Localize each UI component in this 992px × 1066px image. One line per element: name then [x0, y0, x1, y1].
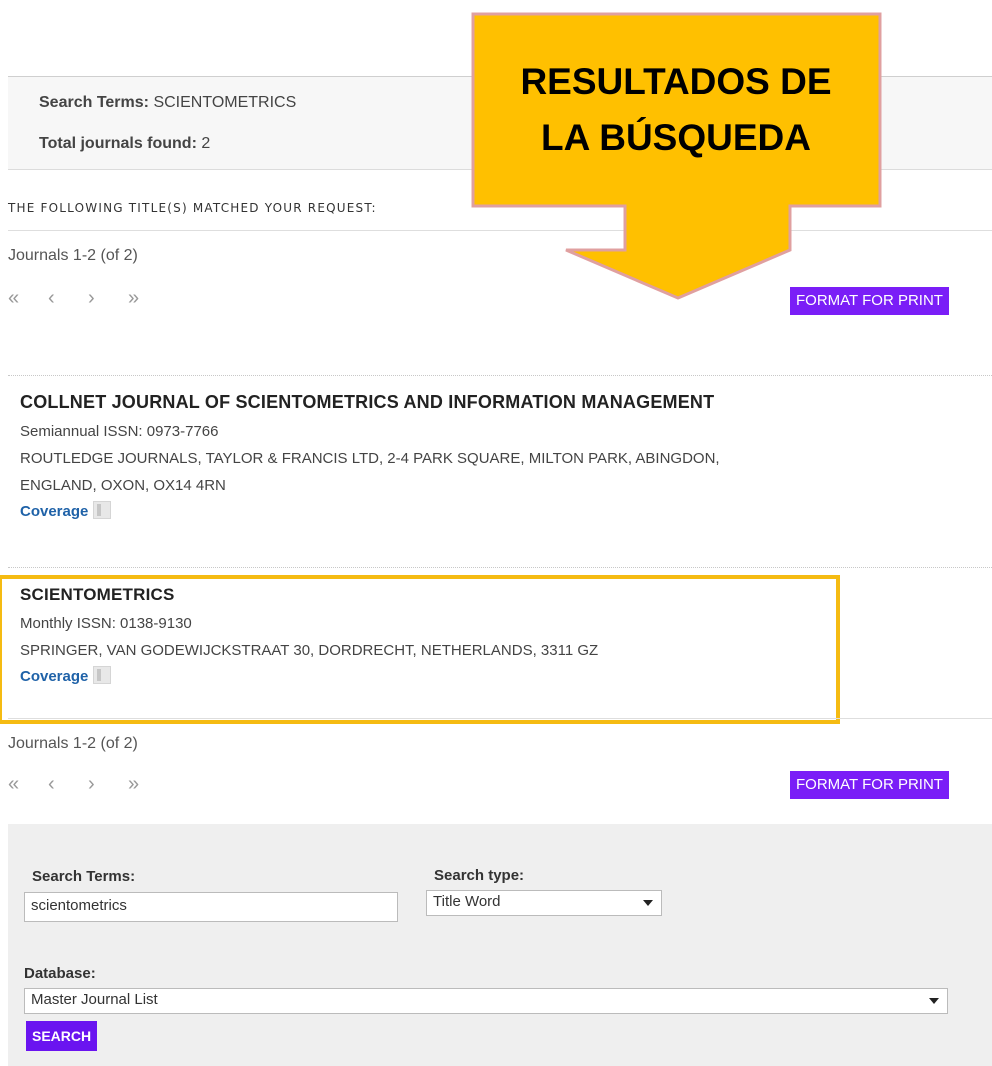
- journal-publisher: ROUTLEDGE JOURNALS, TAYLOR & FRANCIS LTD…: [20, 450, 720, 467]
- search-terms-label: Search Terms:: [32, 868, 136, 885]
- search-terms-input[interactable]: scientometrics: [24, 892, 398, 922]
- first-page-icon[interactable]: «: [8, 773, 48, 796]
- last-page-icon[interactable]: »: [128, 773, 168, 796]
- dropdown-arrow-icon: [643, 900, 653, 906]
- format-for-print-button[interactable]: FORMAT FOR PRINT: [790, 771, 949, 799]
- journal-result: COLLNET JOURNAL OF SCIENTOMETRICS AND IN…: [20, 392, 980, 521]
- coverage-row: Coverage: [20, 501, 980, 521]
- database-label: Database:: [24, 965, 96, 982]
- search-form: Search Terms: scientometrics Search type…: [8, 824, 992, 1066]
- search-type-value: Title Word: [433, 893, 501, 910]
- callout-annotation: RESULTADOS DE LA BÚSQUEDA: [471, 12, 882, 300]
- coverage-toggle-icon[interactable]: [93, 501, 112, 519]
- search-button[interactable]: SEARCH: [26, 1021, 98, 1051]
- divider: [8, 567, 992, 568]
- divider: [8, 375, 992, 376]
- pagination-info-bottom: Journals 1-2 (of 2): [8, 735, 138, 752]
- journal-frequency-issn: Semiannual ISSN: 0973-7766: [20, 423, 219, 440]
- callout-text-line2: LA BÚSQUEDA: [541, 116, 811, 158]
- journal-publisher-cont: ENGLAND, OXON, OX14 4RN: [20, 477, 226, 494]
- result-highlight-box: [0, 575, 840, 724]
- divider: [8, 718, 992, 719]
- search-type-select[interactable]: Title Word: [426, 890, 662, 916]
- search-type-label: Search type:: [434, 867, 525, 884]
- prev-page-icon[interactable]: ‹: [48, 773, 88, 796]
- next-page-icon[interactable]: ›: [88, 773, 128, 796]
- coverage-link[interactable]: Coverage: [20, 503, 88, 520]
- database-value: Master Journal List: [31, 991, 158, 1008]
- journal-title[interactable]: COLLNET JOURNAL OF SCIENTOMETRICS AND IN…: [20, 392, 980, 413]
- database-select[interactable]: Master Journal List: [24, 988, 948, 1014]
- dropdown-arrow-icon: [929, 998, 939, 1004]
- pagination-bottom: «‹ ›»: [8, 773, 168, 796]
- callout-text-line1: RESULTADOS DE: [520, 61, 831, 102]
